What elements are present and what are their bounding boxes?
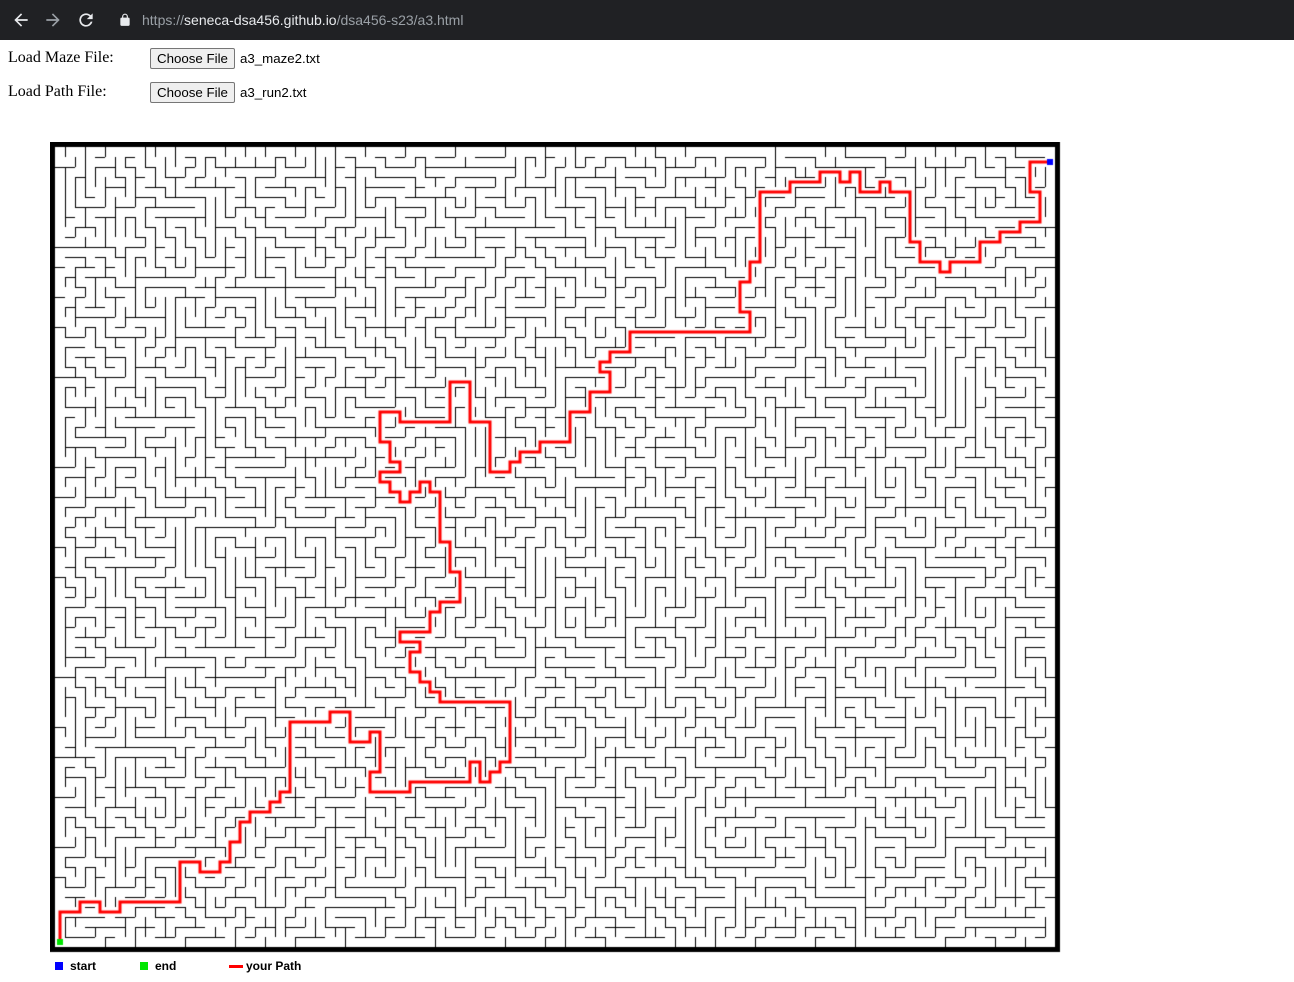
load-maze-label: Load Maze File:	[8, 49, 114, 66]
maze-canvas	[50, 142, 1062, 954]
end-swatch	[140, 962, 148, 970]
legend-end-label: end	[155, 959, 177, 973]
path-file-name: a3_run2.txt	[239, 84, 307, 100]
url-host: seneca-dsa456.github.io	[184, 12, 337, 28]
reload-icon	[79, 13, 93, 27]
reload-button[interactable]	[74, 8, 98, 32]
lock-icon	[118, 13, 132, 27]
start-swatch	[55, 962, 63, 970]
legend-path-label: your Path	[246, 959, 302, 973]
legend-path: your Path	[229, 958, 301, 974]
legend-start-label: start	[70, 959, 97, 973]
address-bar[interactable]: https://seneca-dsa456.github.io/dsa456-s…	[106, 4, 1286, 36]
legend-end: end	[140, 958, 176, 974]
browser-toolbar: https://seneca-dsa456.github.io/dsa456-s…	[0, 0, 1294, 40]
maze-file-name: a3_maze2.txt	[239, 50, 320, 66]
choose-maze-file-button[interactable]: Choose File	[150, 47, 235, 69]
forward-arrow-icon	[46, 13, 60, 27]
load-path-label: Load Path File:	[8, 83, 107, 100]
load-maze-row: Load Maze File: Choose File a3_maze2.txt	[8, 47, 320, 69]
url-path: /dsa456-s23/a3.html	[336, 12, 464, 28]
url-scheme: https://	[142, 12, 185, 28]
back-arrow-icon	[14, 13, 28, 27]
load-path-row: Load Path File: Choose File a3_run2.txt	[8, 81, 306, 103]
forward-button[interactable]	[41, 8, 65, 32]
choose-path-file-button[interactable]: Choose File	[150, 81, 235, 103]
back-button[interactable]	[9, 8, 33, 32]
legend-start: start	[55, 958, 96, 974]
path-swatch	[229, 964, 243, 968]
